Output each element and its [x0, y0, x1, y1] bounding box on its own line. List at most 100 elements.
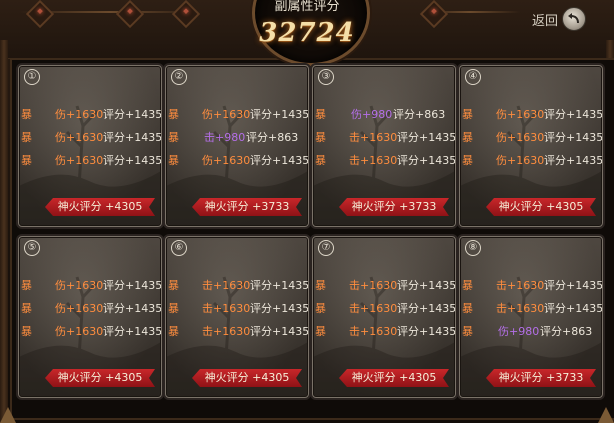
stat-crit-label: 暴: [315, 108, 326, 121]
stat-row: 暴 击+1630 评分+1435: [313, 131, 455, 145]
stat-attribute-value: 击+980: [204, 131, 246, 144]
stat-attribute-value: 伤+980: [498, 325, 540, 338]
stat-row: 暴 击+1630 评分+1435: [460, 279, 602, 293]
card-slot-6[interactable]: ⑥ 暴击+1630 评分+1435 暴击+1630 评分+1435 暴击+1630 评分+1…: [165, 236, 309, 398]
stat-row: 暴 伤+1630 评分+1435: [460, 154, 602, 168]
stat-score-value: 评分+1435: [544, 279, 603, 292]
card-number: ④: [465, 69, 481, 85]
stat-score-value: 评分+1435: [544, 154, 603, 167]
stat-row: 暴 伤+1630 评分+1435: [166, 154, 308, 168]
stat-crit-label: 暴: [168, 131, 179, 144]
stat-score-value: 评分+1435: [250, 325, 309, 338]
stat-attribute-value: 击+1630: [349, 279, 398, 292]
stat-crit-label: 暴: [21, 131, 32, 144]
stat-score-value: 评分+863: [540, 325, 593, 338]
stat-crit-label: 暴: [315, 302, 326, 315]
stat-score-value: 评分+1435: [103, 131, 162, 144]
stat-row: 暴 伤+1630 评分+1435: [460, 131, 602, 145]
stat-score-value: 评分+1435: [397, 279, 456, 292]
shenhuo-rating-banner: 神火评分 +3733: [192, 198, 302, 216]
stat-row: 暴 击+1630 评分+1435: [313, 154, 455, 168]
stat-attribute-value: 击+1630: [496, 302, 545, 315]
stat-attribute-value: 伤+1630: [202, 154, 251, 167]
stat-row: 暴 击+1630 评分+1435: [166, 302, 308, 316]
stat-attribute-value: 伤+1630: [496, 131, 545, 144]
shenhuo-rating-banner: 神火评分 +4305: [486, 198, 596, 216]
panel-title: 副属性评分: [274, 0, 340, 14]
shenhuo-rating-banner: 神火评分 +4305: [339, 369, 449, 387]
back-button[interactable]: 返回: [532, 7, 587, 31]
stat-attribute-value: 击+1630: [202, 279, 251, 292]
stat-score-value: 评分+1435: [397, 154, 456, 167]
stat-row: 暴 击+1630 评分+1435: [313, 325, 455, 339]
card-slot-8[interactable]: ⑧ 暴击+1630 评分+1435 暴击+1630 评分+1435 暴伤+980 评分+86…: [459, 236, 603, 398]
stat-attribute-value: 伤+1630: [55, 154, 104, 167]
stat-score-value: 评分+1435: [397, 131, 456, 144]
shenhuo-rating-banner: 神火评分 +3733: [339, 198, 449, 216]
stat-score-value: 评分+1435: [103, 154, 162, 167]
card-slot-5[interactable]: ⑤ 暴伤+1630 评分+1435 暴伤+1630 评分+1435 暴伤+1630 评分+1…: [18, 236, 162, 398]
stat-attribute-value: 伤+1630: [202, 108, 251, 121]
stat-row: 暴 伤+1630 评分+1435: [19, 302, 161, 316]
stat-attribute-value: 击+1630: [202, 302, 251, 315]
shenhuo-rating-text: 神火评分 +4305: [498, 200, 584, 213]
stat-crit-label: 暴: [21, 302, 32, 315]
stat-score-value: 评分+1435: [103, 108, 162, 121]
stat-crit-label: 暴: [168, 108, 179, 121]
stat-score-value: 评分+1435: [397, 325, 456, 338]
card-number: ②: [171, 69, 187, 85]
stat-crit-label: 暴: [462, 154, 473, 167]
stat-score-value: 评分+1435: [250, 108, 309, 121]
secondary-attribute-panel: 副属性评分 32724 返回 ① 暴伤+1630 评分+1435 暴伤+1630 评分+…: [0, 0, 614, 423]
shenhuo-rating-banner: 神火评分 +3733: [486, 369, 596, 387]
shenhuo-rating-text: 神火评分 +3733: [351, 200, 437, 213]
return-arrow-icon: [562, 7, 587, 31]
card-slot-7[interactable]: ⑦ 暴击+1630 评分+1435 暴击+1630 评分+1435 暴击+1630 评分+1…: [312, 236, 456, 398]
stat-score-value: 评分+1435: [250, 154, 309, 167]
shenhuo-rating-banner: 神火评分 +4305: [192, 369, 302, 387]
stat-crit-label: 暴: [462, 325, 473, 338]
stat-row: 暴 伤+980 评分+863: [460, 325, 602, 339]
stat-crit-label: 暴: [21, 325, 32, 338]
stat-crit-label: 暴: [21, 279, 32, 292]
stat-row: 暴 伤+1630 评分+1435: [19, 279, 161, 293]
stat-score-value: 评分+863: [246, 131, 299, 144]
stat-score-value: 评分+863: [393, 108, 446, 121]
stat-score-value: 评分+1435: [103, 302, 162, 315]
stat-attribute-value: 击+1630: [349, 302, 398, 315]
shenhuo-rating-banner: 神火评分 +4305: [45, 198, 155, 216]
card-number: ⑦: [318, 240, 334, 256]
stat-row: 暴 伤+980 评分+863: [313, 108, 455, 122]
card-slot-3[interactable]: ③ 暴伤+980 评分+863 暴击+1630 评分+1435 暴击+1630 评分+143…: [312, 65, 456, 227]
card-number: ⑥: [171, 240, 187, 256]
stat-crit-label: 暴: [168, 302, 179, 315]
stat-crit-label: 暴: [315, 154, 326, 167]
card-slot-1[interactable]: ① 暴伤+1630 评分+1435 暴伤+1630 评分+1435 暴伤+1630 评分+1…: [18, 65, 162, 227]
stat-row: 暴 伤+1630 评分+1435: [460, 108, 602, 122]
stat-row: 暴 伤+1630 评分+1435: [166, 108, 308, 122]
stat-attribute-value: 伤+1630: [55, 108, 104, 121]
shenhuo-rating-text: 神火评分 +4305: [204, 371, 290, 384]
card-number: ⑧: [465, 240, 481, 256]
stat-attribute-value: 伤+1630: [496, 154, 545, 167]
stat-score-value: 评分+1435: [103, 325, 162, 338]
stat-row: 暴 击+980 评分+863: [166, 131, 308, 145]
stat-score-value: 评分+1435: [250, 279, 309, 292]
shenhuo-rating-banner: 神火评分 +4305: [45, 369, 155, 387]
stat-crit-label: 暴: [462, 108, 473, 121]
stat-crit-label: 暴: [462, 131, 473, 144]
card-slot-2[interactable]: ② 暴伤+1630 评分+1435 暴击+980 评分+863 暴伤+1630 评分+143…: [165, 65, 309, 227]
stat-attribute-value: 伤+980: [351, 108, 393, 121]
card-slot-4[interactable]: ④ 暴伤+1630 评分+1435 暴伤+1630 评分+1435 暴伤+1630 评分+1…: [459, 65, 603, 227]
stat-row: 暴 击+1630 评分+1435: [313, 302, 455, 316]
stat-row: 暴 击+1630 评分+1435: [313, 279, 455, 293]
stat-crit-label: 暴: [315, 279, 326, 292]
stat-row: 暴 击+1630 评分+1435: [166, 279, 308, 293]
stat-row: 暴 伤+1630 评分+1435: [19, 325, 161, 339]
stat-attribute-value: 击+1630: [349, 154, 398, 167]
stat-row: 暴 伤+1630 评分+1435: [19, 154, 161, 168]
stat-score-value: 评分+1435: [250, 302, 309, 315]
card-number: ③: [318, 69, 334, 85]
stat-score-value: 评分+1435: [544, 108, 603, 121]
stat-score-value: 评分+1435: [544, 302, 603, 315]
